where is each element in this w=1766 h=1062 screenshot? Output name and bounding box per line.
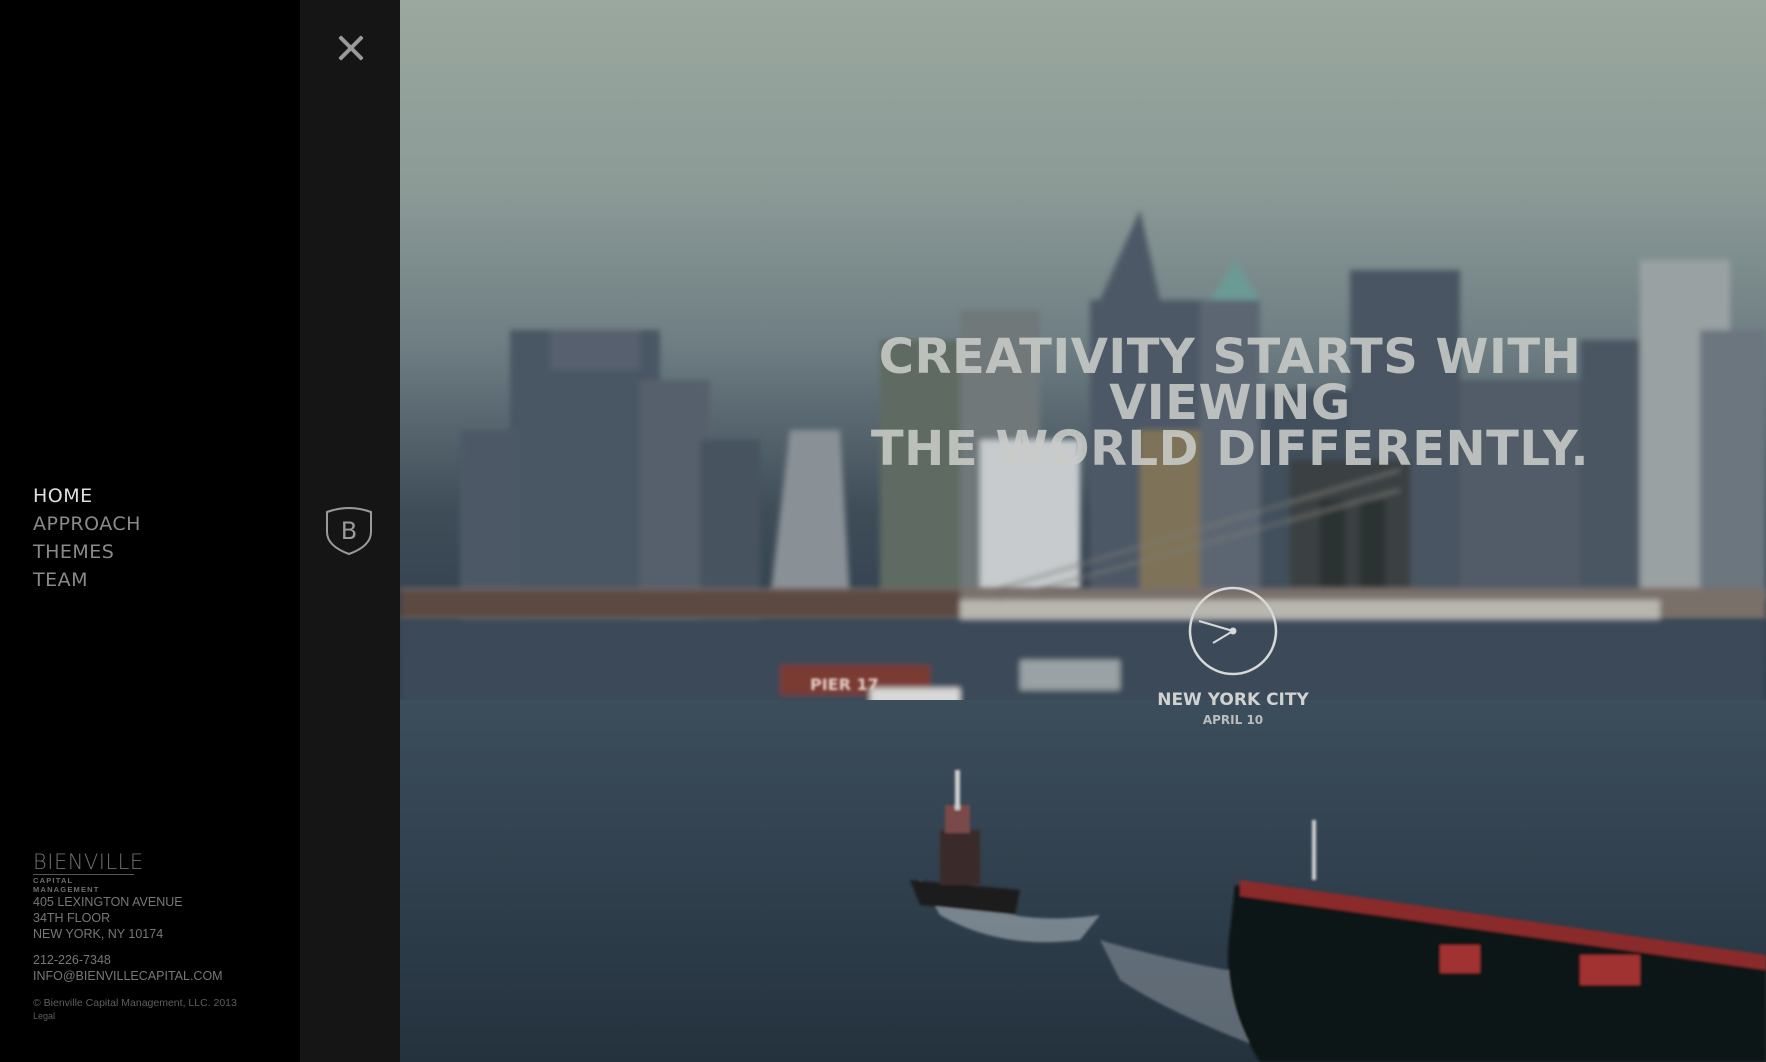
hero-headline: CREATIVITY STARTS WITH VIEWING THE WORLD… [760,329,1700,477]
location-date: APRIL 10 [1202,713,1264,727]
city-skyline-scene: PIER 17 [400,210,1766,1062]
brand-logo: BIENVILLE CAPITAL MANAGEMENT [33,852,144,894]
brand-name: BIENVILLE [33,850,144,874]
nav-item-themes[interactable]: THEMES [33,538,141,566]
nav-item-team[interactable]: TEAM [33,566,141,594]
clock-icon[interactable] [1187,585,1279,677]
sidebar: HOME APPROACH THEMES TEAM BIENVILLE CAPI… [0,0,300,1062]
hero-video: PIER 17 CREATIVITY STARTS WITH VIEWING T… [400,0,1766,1062]
shield-b-logo-icon[interactable]: B [323,506,375,556]
legal-link[interactable]: Legal [33,1010,237,1023]
pier-sign: PIER 17 [810,675,879,694]
phone-number: 212-226-7348 [33,953,111,967]
main-nav: HOME APPROACH THEMES TEAM [33,482,141,594]
location-city: NEW YORK CITY [1157,690,1309,710]
nav-item-home[interactable]: HOME [33,482,141,510]
nav-item-approach[interactable]: APPROACH [33,510,141,538]
address-line-3: NEW YORK, NY 10174 [33,927,164,941]
address: 405 LEXINGTON AVENUE 34TH FLOOR NEW YORK… [33,894,183,942]
copyright: © Bienville Capital Management, LLC. 201… [33,997,237,1023]
copyright-text: © Bienville Capital Management, LLC. 201… [33,997,237,1009]
close-icon[interactable] [333,30,369,66]
logo-letter: B [341,517,357,545]
headline-line-2: THE WORLD DIFFERENTLY. [870,421,1590,477]
brand-subtitle: CAPITAL MANAGEMENT [33,874,134,894]
email-link[interactable]: INFO@BIENVILLECAPITAL.COM [33,968,223,984]
address-line-1: 405 LEXINGTON AVENUE [33,895,183,909]
address-line-2: 34TH FLOOR [33,911,111,925]
headline-line-1: CREATIVITY STARTS WITH VIEWING [878,329,1582,431]
contact-info: 212-226-7348 INFO@BIENVILLECAPITAL.COM [33,952,223,984]
